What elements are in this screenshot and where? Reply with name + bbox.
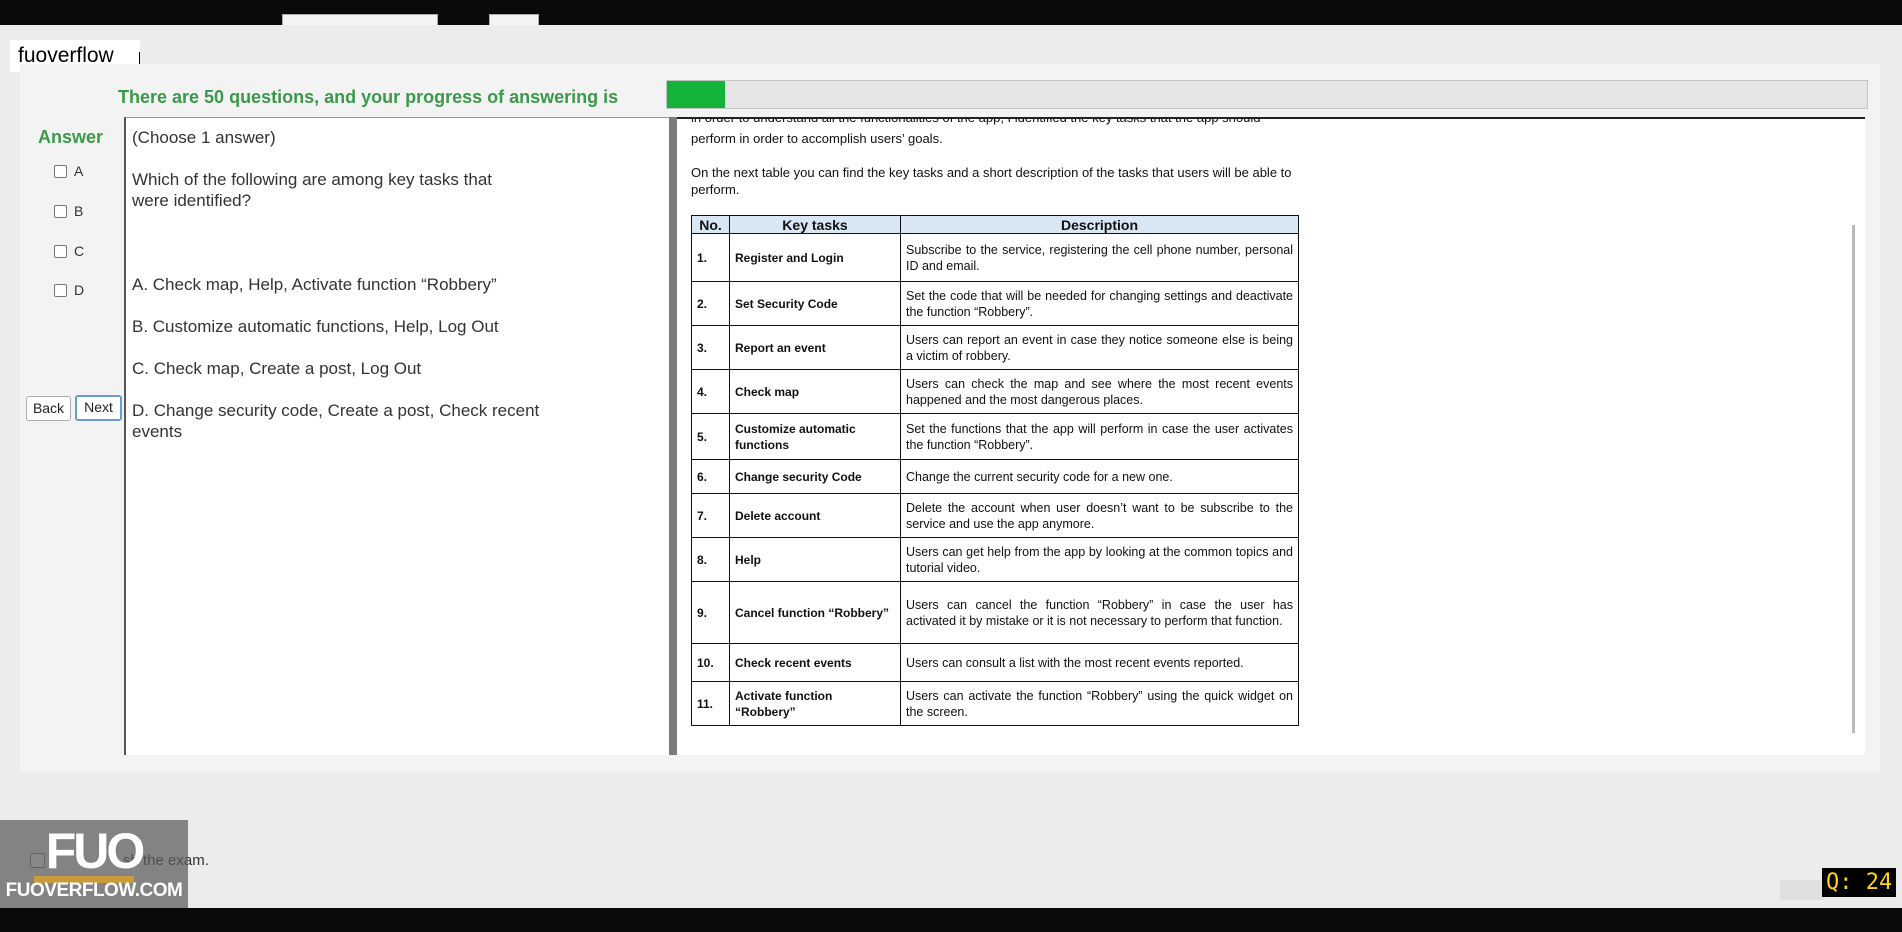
row-task: Check map [729, 369, 901, 414]
answer-title: Answer [38, 127, 104, 147]
header-description: Description [900, 215, 1299, 234]
row-task: Cancel function “Robbery” [729, 581, 901, 644]
counter-background [1780, 880, 1824, 900]
table-header-row: No. Key tasks Description [691, 215, 1299, 234]
row-no: 7. [691, 493, 730, 538]
row-task: Help [729, 537, 901, 582]
table-row: 11. Activate function “Robbery” Users can … [691, 681, 1299, 726]
progress-bar [666, 80, 1868, 109]
document-cut-line: in order to understand all the functiona… [691, 117, 1261, 125]
row-no: 9. [691, 581, 730, 644]
option-label: A [74, 163, 84, 179]
answer-text-c: C. Check map, Create a post, Log Out [132, 359, 422, 378]
row-description: Users can get help from the app by looki… [900, 537, 1299, 582]
row-no: 6. [691, 459, 730, 494]
answer-text-a: A. Check map, Help, Activate function “R… [132, 275, 497, 294]
answer-text-d: D. Change security code, Create a post, … [132, 401, 540, 441]
answer-option-a[interactable]: A [54, 163, 83, 179]
row-task: Check recent events [729, 643, 901, 682]
table-row: 9. Cancel function “Robbery” Users can can… [691, 581, 1299, 644]
document-paragraph: On the next table you can find the key t… [691, 165, 1292, 197]
answer-option-c[interactable]: C [54, 243, 84, 259]
row-no: 3. [691, 325, 730, 370]
row-no: 8. [691, 537, 730, 582]
header-no: No. [691, 215, 730, 234]
checkbox-d[interactable] [54, 283, 67, 297]
checkbox-c[interactable] [54, 244, 67, 258]
answer-option-b[interactable]: B [54, 203, 83, 219]
cut-off-exam-code [665, 0, 680, 25]
document-viewer[interactable]: in order to understand all the functiona… [677, 117, 1865, 755]
question-pane: (Choose 1 answer) Which of the following… [124, 117, 669, 755]
row-description: Set the functions that the app will perf… [900, 413, 1299, 460]
option-label: B [74, 203, 84, 219]
next-button[interactable]: Next [75, 395, 122, 421]
row-no: 10. [691, 643, 730, 682]
row-no: 4. [691, 369, 730, 414]
answer-option-d[interactable]: D [54, 282, 84, 298]
document-page: in order to understand all the functiona… [677, 119, 1307, 739]
table-row: 3. Report an event Users can report an eve… [691, 325, 1299, 370]
table-row: 7. Delete account Delete the account when … [691, 493, 1299, 538]
table-row: 5. Customize automatic functions Set the f… [691, 413, 1299, 460]
document-scrollbar[interactable] [1852, 225, 1855, 733]
table-row: 4. Check map Users can check the map and s… [691, 369, 1299, 414]
row-description: Users can cancel the function “Robbery” … [900, 581, 1299, 644]
bottom-black-bar [0, 908, 1902, 932]
option-label: D [74, 282, 85, 298]
row-description: Users can activate the function “Robbery… [900, 681, 1299, 726]
row-task: Set Security Code [729, 281, 901, 326]
row-description: Users can report an event in case they n… [900, 325, 1299, 370]
row-description: Change the current security code for a n… [900, 459, 1299, 494]
fuoverflow-watermark-logo: FUO FUOVERFLOW.COM [0, 820, 188, 908]
key-tasks-table: No. Key tasks Description 1. Register and… [691, 215, 1299, 726]
table-row: 8. Help Users can get help from the app by… [691, 537, 1299, 582]
logo-site-text: FUOVERFLOW.COM [5, 880, 183, 901]
row-no: 5. [691, 413, 730, 460]
cut-off-button [489, 14, 539, 25]
logo-mark: FUO [45, 823, 146, 879]
question-text: Which of the following are among key tas… [132, 170, 493, 210]
row-task: Activate function “Robbery” [729, 681, 901, 726]
pane-splitter[interactable] [669, 117, 677, 755]
row-description: Set the code that will be needed for cha… [900, 281, 1299, 326]
top-black-bar [0, 0, 1902, 25]
option-label: C [74, 243, 85, 259]
question-counter: Q: 24 [1822, 868, 1897, 897]
progress-fill [667, 81, 725, 108]
choose-instruction: (Choose 1 answer) [132, 128, 276, 147]
row-no: 1. [691, 233, 730, 282]
row-no: 2. [691, 281, 730, 326]
row-task: Report an event [729, 325, 901, 370]
answer-text-b: B. Customize automatic functions, Help, … [132, 317, 499, 336]
row-task: Change security Code [729, 459, 901, 494]
table-row: 1. Register and Login Subscribe to the ser… [691, 233, 1299, 282]
table-row: 6. Change security Code Change the current… [691, 459, 1299, 494]
progress-label: There are 50 questions, and your progres… [118, 87, 619, 107]
row-task: Register and Login [729, 233, 901, 282]
header-key-tasks: Key tasks [729, 215, 901, 234]
row-description: Delete the account when user doesn’t wan… [900, 493, 1299, 538]
checkbox-b[interactable] [54, 204, 67, 218]
document-line: perform in order to accomplish users’ go… [691, 131, 943, 146]
row-description: Subscribe to the service, registering th… [900, 233, 1299, 282]
row-description: Users can consult a list with the most r… [900, 643, 1299, 682]
row-no: 11. [691, 681, 730, 726]
table-row: 10. Check recent events Users can consult … [691, 643, 1299, 682]
row-task: Delete account [729, 493, 901, 538]
cut-off-dropdown [282, 14, 438, 25]
checkbox-a[interactable] [54, 164, 67, 178]
table-row: 2. Set Security Code Set the code that wil… [691, 281, 1299, 326]
row-description: Users can check the map and see where th… [900, 369, 1299, 414]
row-task: Customize automatic functions [729, 413, 901, 460]
back-button[interactable]: Back [26, 396, 71, 421]
